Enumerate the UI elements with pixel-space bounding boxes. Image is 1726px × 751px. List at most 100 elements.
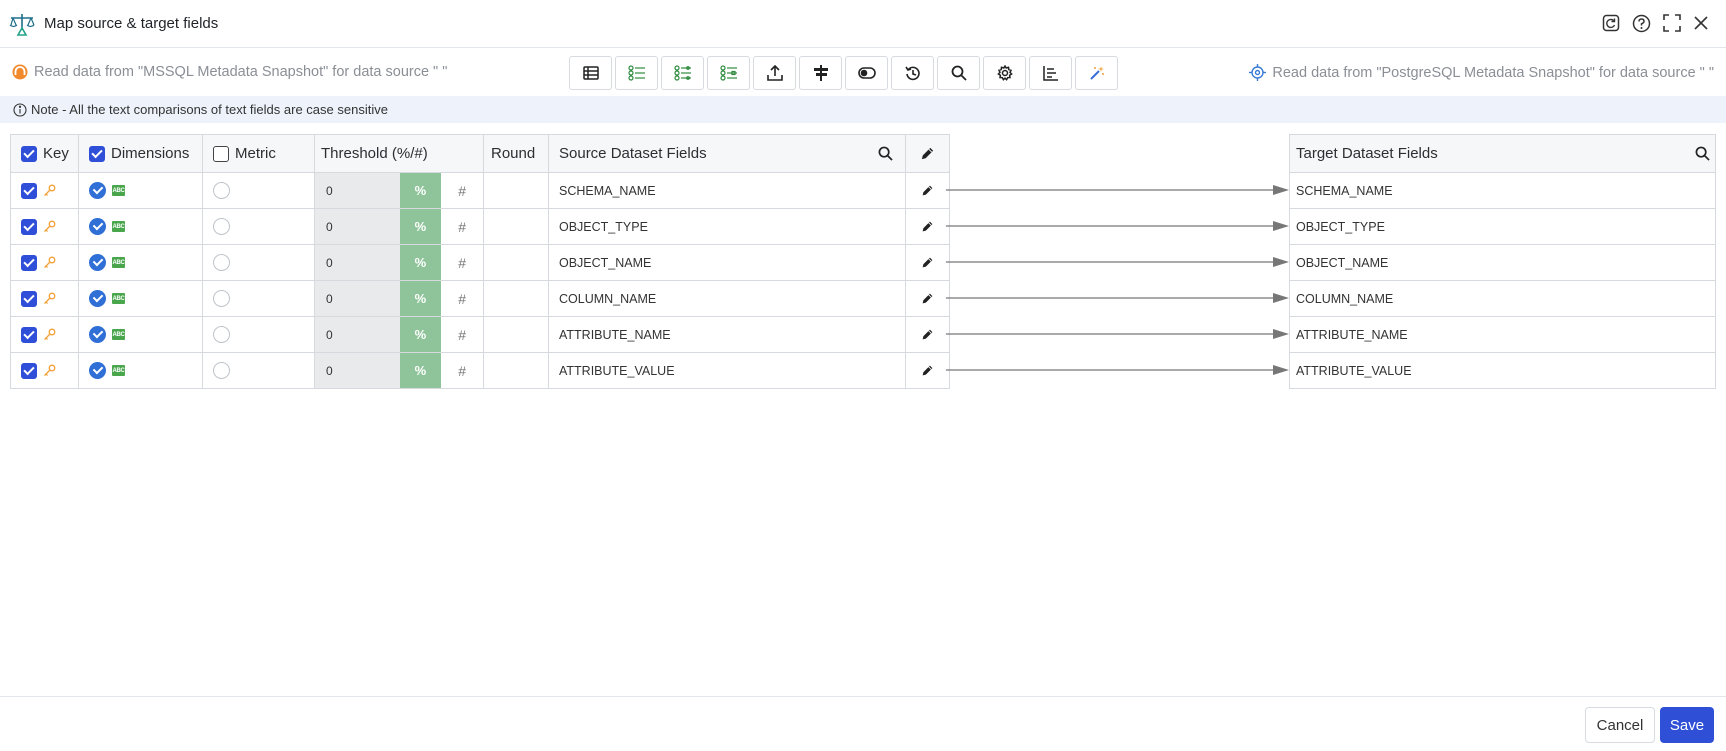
dimension-radio[interactable] [89,182,106,199]
threshold-input[interactable]: 0 [315,173,400,208]
search-icon[interactable] [878,146,893,161]
list-compare-icon [673,65,691,81]
key-checkbox[interactable] [21,362,37,379]
number-toggle[interactable]: # [441,353,483,388]
pencil-icon[interactable] [921,184,934,197]
key-icon [44,256,56,268]
threshold-input[interactable]: 0 [315,317,400,352]
edit-cell [906,353,950,389]
number-toggle[interactable]: # [441,173,483,208]
target-field-name[interactable]: OBJECT_TYPE [1290,209,1716,245]
source-field-name: OBJECT_TYPE [549,209,906,245]
threshold-input[interactable]: 0 [315,245,400,280]
percent-toggle[interactable]: % [399,317,442,352]
signpost-button[interactable] [799,56,842,90]
percent-toggle[interactable]: % [399,281,442,316]
metric-radio[interactable] [213,290,230,307]
pencil-icon[interactable] [921,292,934,305]
key-icon [44,220,56,232]
round-input[interactable] [484,281,549,317]
help-icon[interactable] [1630,12,1652,34]
pencil-icon[interactable] [920,146,935,161]
key-checkbox[interactable] [21,218,37,235]
key-checkbox[interactable] [21,326,37,343]
threshold-column-header: Threshold (%/#) [315,135,484,173]
metric-radio[interactable] [213,218,230,235]
key-checkbox[interactable] [21,182,37,199]
text-type-icon: ABC [112,257,125,268]
info-icon [13,102,27,117]
round-input[interactable] [484,209,549,245]
chart-button[interactable] [1029,56,1072,90]
metric-radio[interactable] [213,254,230,271]
metric-radio[interactable] [213,326,230,343]
dimension-radio[interactable] [89,362,106,379]
percent-toggle[interactable]: % [399,353,442,388]
threshold-input[interactable]: 0 [315,353,400,388]
cancel-button[interactable]: Cancel [1585,707,1655,743]
key-icon [44,292,56,304]
dimension-radio[interactable] [89,254,106,271]
target-field-name[interactable]: COLUMN_NAME [1290,281,1716,317]
metric-radio[interactable] [213,362,230,379]
metric-radio[interactable] [213,182,230,199]
list-compare-button[interactable] [661,56,704,90]
search-toolbar-button[interactable] [937,56,980,90]
list-check-button[interactable] [615,56,658,90]
refresh-icon[interactable] [1600,12,1622,34]
target-field-name[interactable]: ATTRIBUTE_VALUE [1290,353,1716,389]
magic-wand-icon [1089,66,1104,80]
magic-wand-button[interactable] [1075,56,1118,90]
metric-select-all-checkbox[interactable] [213,145,229,162]
note-text: Note - All the text comparisons of text … [31,102,388,117]
key-select-all-checkbox[interactable] [21,145,37,162]
maximize-icon[interactable] [1661,12,1683,34]
key-checkbox[interactable] [21,254,37,271]
threshold-input[interactable]: 0 [315,281,400,316]
pencil-icon[interactable] [921,364,934,377]
threshold-input[interactable]: 0 [315,209,400,244]
source-field-name: ATTRIBUTE_NAME [549,317,906,353]
round-input[interactable] [484,245,549,281]
dimension-radio[interactable] [89,326,106,343]
key-cell [11,281,79,317]
target-label-text: Read data from "PostgreSQL Metadata Snap… [1272,64,1714,81]
chart-axis-icon [1042,66,1058,81]
dimension-radio[interactable] [89,290,106,307]
text-type-icon: ABC [112,365,125,376]
dimensions-select-all-checkbox[interactable] [89,145,105,162]
pencil-icon[interactable] [921,256,934,269]
toggle-button[interactable] [845,56,888,90]
round-input[interactable] [484,173,549,209]
pencil-icon[interactable] [921,328,934,341]
key-checkbox[interactable] [21,290,37,307]
number-toggle[interactable]: # [441,209,483,244]
history-button[interactable] [891,56,934,90]
target-field-name[interactable]: ATTRIBUTE_NAME [1290,317,1716,353]
round-input[interactable] [484,353,549,389]
percent-toggle[interactable]: % [399,209,442,244]
pencil-icon[interactable] [921,220,934,233]
table-row: ABC 0 % # ATTRIBUTE_NAME [11,317,950,353]
table-view-button[interactable] [569,56,612,90]
search-icon[interactable] [1695,146,1710,161]
list-settings-button[interactable] [707,56,750,90]
percent-toggle[interactable]: % [399,173,442,208]
key-cell [11,209,79,245]
list-check-icon [627,65,645,81]
key-column-header: Key [11,135,79,173]
target-field-name[interactable]: OBJECT_NAME [1290,245,1716,281]
settings-button[interactable] [983,56,1026,90]
history-icon [904,66,920,81]
export-button[interactable] [753,56,796,90]
percent-toggle[interactable]: % [399,245,442,280]
round-input[interactable] [484,317,549,353]
mapping-arrow-head [1273,185,1289,195]
number-toggle[interactable]: # [441,317,483,352]
target-field-name[interactable]: SCHEMA_NAME [1290,173,1716,209]
save-button[interactable]: Save [1660,707,1714,743]
number-toggle[interactable]: # [441,245,483,280]
dimension-radio[interactable] [89,218,106,235]
number-toggle[interactable]: # [441,281,483,316]
close-icon[interactable] [1690,12,1712,34]
